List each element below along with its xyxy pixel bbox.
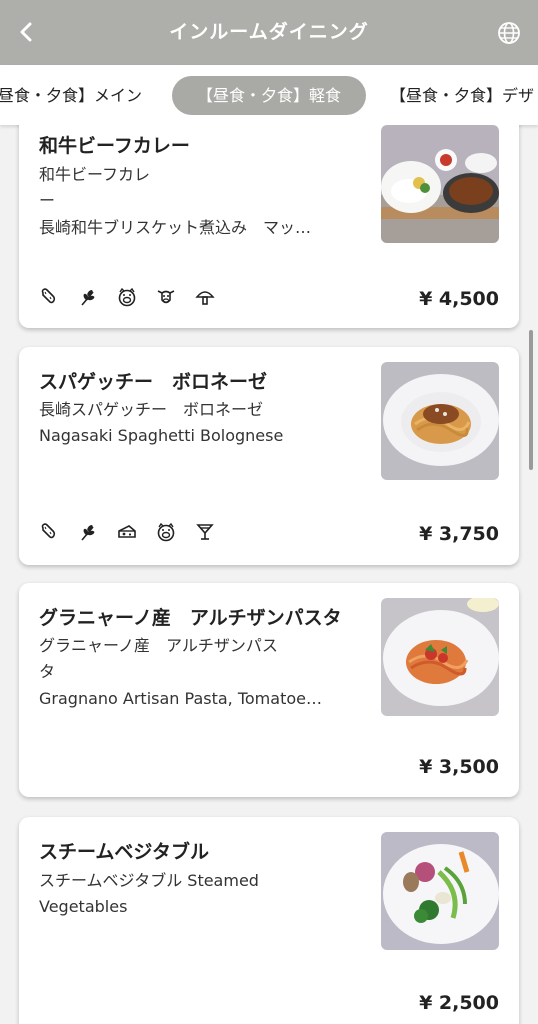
menu-list: 和牛ビーフカレー 和牛ビーフカレ ー 長崎和牛ブリスケット煮込み マッ… ¥ 4… bbox=[0, 125, 538, 1024]
dish-photo-bolognese bbox=[381, 362, 499, 480]
category-tabs: 昼食・夕食】メイン 【昼食・夕食】軽食 【昼食・夕食】デザ bbox=[0, 65, 538, 125]
menu-item-price: ¥ 2,500 bbox=[419, 992, 499, 1014]
menu-item-price: ¥ 3,500 bbox=[419, 756, 499, 778]
dish-photo-beef-curry bbox=[381, 125, 499, 243]
menu-item-name: スチームベジタブル bbox=[39, 841, 210, 863]
wheat-icon bbox=[78, 522, 98, 542]
cocktail-icon bbox=[195, 522, 215, 542]
pig-icon bbox=[117, 287, 137, 307]
dish-photo-steamed-vegetables bbox=[381, 832, 499, 950]
menu-item-description: 長崎スパゲッチー ボロネーゼ bbox=[39, 400, 264, 419]
menu-item-price: ¥ 3,750 bbox=[419, 523, 499, 545]
tab-lunch-dinner-main[interactable]: 昼食・夕食】メイン bbox=[0, 76, 142, 115]
tab-lunch-dinner-dessert[interactable]: 【昼食・夕食】デザ bbox=[390, 76, 534, 115]
page-title: インルームダイニング bbox=[169, 21, 369, 43]
menu-item-description: 和牛ビーフカレ bbox=[39, 165, 151, 184]
peanut-icon bbox=[39, 522, 59, 542]
cow-icon bbox=[156, 287, 176, 307]
scrollbar[interactable] bbox=[529, 330, 533, 470]
menu-item-description: Gragnano Artisan Pasta, Tomatoes… bbox=[39, 689, 329, 708]
wheat-icon bbox=[78, 287, 98, 307]
pig-icon bbox=[156, 522, 176, 542]
menu-item-description: タ bbox=[39, 662, 56, 681]
app-header: インルームダイニング bbox=[0, 0, 538, 65]
menu-item-name: 和牛ビーフカレー bbox=[39, 135, 190, 157]
peanut-icon bbox=[39, 287, 59, 307]
tab-lunch-dinner-light[interactable]: 【昼食・夕食】軽食 bbox=[172, 76, 366, 115]
menu-item-description: グラニャーノ産 アルチザンパス bbox=[39, 636, 278, 655]
menu-item-name: スパゲッチー ボロネーゼ bbox=[39, 371, 268, 393]
menu-item-card[interactable]: スチームベジタブル スチームベジタブル Steamed Vegetables ¥… bbox=[19, 817, 519, 1024]
globe-icon[interactable] bbox=[496, 20, 522, 46]
allergen-icons bbox=[39, 522, 215, 542]
menu-item-description: スチームベジタブル Steamed bbox=[39, 871, 259, 890]
mushroom-icon bbox=[195, 287, 215, 307]
allergen-icons bbox=[39, 287, 215, 307]
menu-item-price: ¥ 4,500 bbox=[419, 288, 499, 310]
menu-item-description: Nagasaki Spaghetti Bolognese bbox=[39, 426, 284, 445]
menu-item-card[interactable]: 和牛ビーフカレー 和牛ビーフカレ ー 長崎和牛ブリスケット煮込み マッ… ¥ 4… bbox=[19, 125, 519, 328]
menu-item-description: 長崎和牛ブリスケット煮込み マッ… bbox=[39, 218, 312, 237]
menu-item-description: Vegetables bbox=[39, 897, 128, 916]
cheese-icon bbox=[117, 522, 137, 542]
menu-item-card[interactable]: グラニャーノ産 アルチザンパスタ グラニャーノ産 アルチザンパス タ Gragn… bbox=[19, 583, 519, 797]
menu-item-description: ー bbox=[39, 191, 56, 210]
dish-photo-artisan-pasta bbox=[381, 598, 499, 716]
menu-item-name: グラニャーノ産 アルチザンパスタ bbox=[39, 607, 342, 629]
menu-item-card[interactable]: スパゲッチー ボロネーゼ 長崎スパゲッチー ボロネーゼ Nagasaki Spa… bbox=[19, 347, 519, 565]
